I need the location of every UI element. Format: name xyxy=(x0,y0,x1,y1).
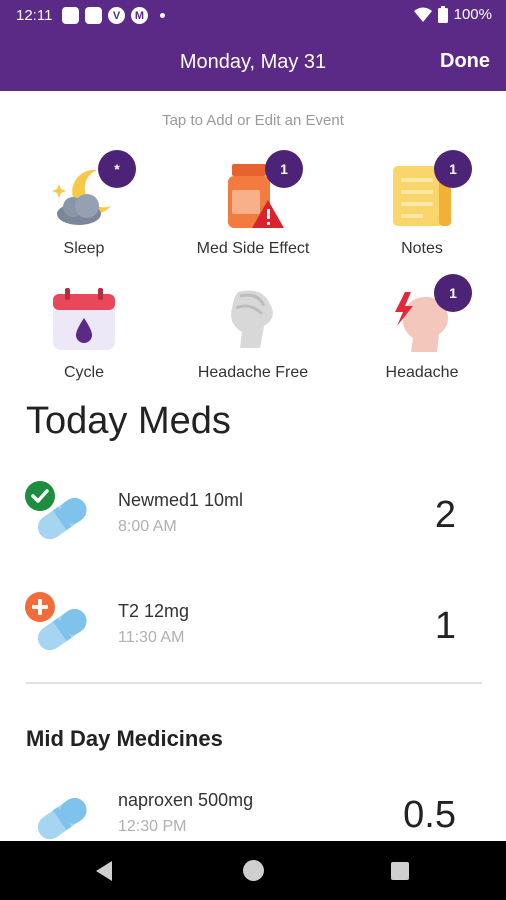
event-cycle[interactable]: Cycle xyxy=(0,286,168,404)
event-badge: 1 xyxy=(434,274,472,312)
notification-m-icon: M xyxy=(131,7,148,24)
event-badge: * xyxy=(98,150,136,188)
battery-percent: 100% xyxy=(453,6,492,23)
page-title: Monday, May 31 xyxy=(179,51,327,73)
status-bar: 12:11 V M 100% xyxy=(0,0,506,34)
event-label: Notes xyxy=(401,240,443,257)
med-time: 11:30 AM xyxy=(118,629,185,646)
system-status: 100% xyxy=(413,6,492,23)
cycle-calendar-icon xyxy=(49,286,119,356)
med-row[interactable]: T2 12mg 11:30 AM 1 xyxy=(0,591,506,673)
back-icon[interactable] xyxy=(96,861,112,881)
section-divider xyxy=(26,682,482,684)
notification-app-icon xyxy=(85,7,102,24)
notification-v-icon: V xyxy=(108,7,125,24)
taken-check-icon xyxy=(25,481,55,511)
med-name: Newmed1 10ml xyxy=(118,490,244,510)
event-headache[interactable]: 1 Headache xyxy=(338,274,506,404)
event-label: Headache xyxy=(385,364,459,381)
med-name: T2 12mg xyxy=(118,601,190,621)
wifi-icon xyxy=(413,7,432,22)
mid-day-title: Mid Day Medicines xyxy=(26,726,223,751)
med-time: 8:00 AM xyxy=(118,518,177,535)
event-headache-free[interactable]: Headache Free xyxy=(169,286,337,404)
done-button[interactable]: Done xyxy=(440,50,490,73)
today-meds-title: Today Meds xyxy=(26,400,231,442)
med-name: naproxen 500mg xyxy=(118,790,254,810)
system-nav-bar xyxy=(0,841,506,900)
med-row[interactable]: Newmed1 10ml 8:00 AM 2 xyxy=(0,481,506,562)
battery-icon xyxy=(437,6,448,23)
app-bar: Monday, May 31 Done xyxy=(0,34,506,91)
event-med-side-effect[interactable]: 1 Med Side Effect xyxy=(169,150,337,280)
notification-app-icon xyxy=(62,7,79,24)
event-sleep[interactable]: * Sleep xyxy=(0,150,168,280)
add-dose-icon[interactable] xyxy=(24,591,56,623)
recent-apps-icon[interactable] xyxy=(391,862,409,880)
event-label: Sleep xyxy=(63,240,105,257)
headache-free-icon xyxy=(218,286,288,356)
med-time: 12:30 PM xyxy=(118,818,187,835)
event-label: Headache Free xyxy=(197,364,309,381)
event-badge: 1 xyxy=(434,150,472,188)
event-notes[interactable]: 1 Notes xyxy=(338,150,506,280)
event-badge: 1 xyxy=(265,150,303,188)
med-quantity: 0.5 xyxy=(403,794,456,836)
event-label: Med Side Effect xyxy=(196,240,310,257)
med-quantity: 2 xyxy=(434,494,456,536)
home-icon[interactable] xyxy=(243,860,264,881)
notification-icons: V M xyxy=(62,7,165,24)
status-time: 12:11 xyxy=(16,7,53,24)
event-hint: Tap to Add or Edit an Event xyxy=(162,112,344,129)
event-label: Cycle xyxy=(63,364,104,381)
med-quantity: 1 xyxy=(434,605,456,647)
more-notifications-dot-icon xyxy=(160,13,165,18)
